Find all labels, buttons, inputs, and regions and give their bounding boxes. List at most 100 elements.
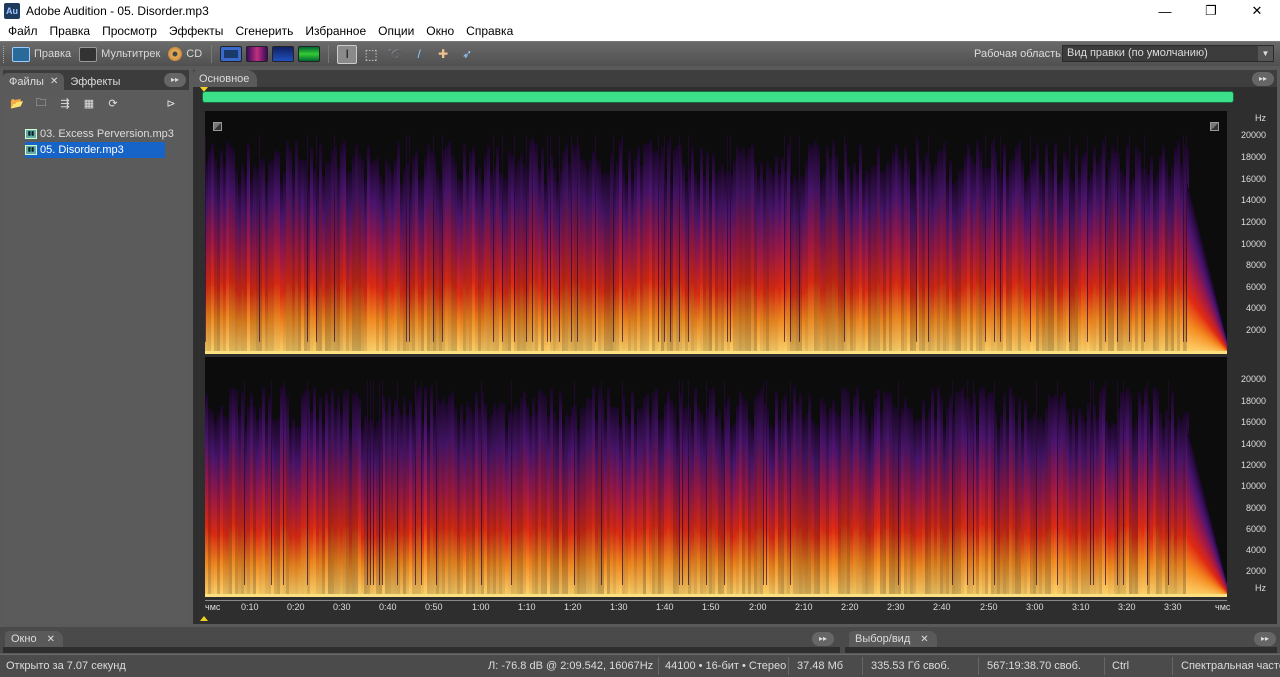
spectral-view-icon[interactable] xyxy=(246,46,269,62)
menu-edit[interactable]: Правка xyxy=(44,22,97,41)
status-separator xyxy=(978,657,979,675)
files-panel-body: 📂 🗀 ⇶ ▦ ⟳ ⊳ ▮▮ 03. Excess Perversion.mp3… xyxy=(3,90,189,624)
frequency-scale-left: Hz 20000 18000 16000 14000 12000 10000 8… xyxy=(1227,111,1273,354)
tab-main[interactable]: Основное xyxy=(193,70,258,87)
spot-healing-tool-icon[interactable]: ✚ xyxy=(433,45,453,64)
window-controls: — ❐ ✕ xyxy=(1142,0,1280,22)
tab-main-label: Основное xyxy=(199,72,250,85)
time-selection-tool-icon[interactable]: I xyxy=(337,44,358,64)
menu-window[interactable]: Окно xyxy=(420,22,460,41)
panel-menu-button[interactable]: ▸▸ xyxy=(164,73,186,87)
end-marker-icon[interactable] xyxy=(200,616,208,621)
time-tick: 0:40 xyxy=(379,602,397,612)
workspace-dropdown[interactable]: Вид правки (по умолчанию) ▼ xyxy=(1062,45,1274,62)
time-tick: 2:10 xyxy=(795,602,813,612)
tab-files[interactable]: Файлы ✕ xyxy=(3,73,65,90)
time-tick: 1:40 xyxy=(656,602,674,612)
hz-tick: 18000 xyxy=(1240,396,1266,406)
close-icon[interactable]: ✕ xyxy=(50,76,58,87)
menu-file[interactable]: Файл xyxy=(2,22,44,41)
main-toolbar: Правка Мультитрек CD I ⬚ ➰ / ✚ ➶ Рабочая… xyxy=(0,41,1280,66)
scrub-tool-icon[interactable]: ➶ xyxy=(457,45,477,64)
frequency-scale-right: 20000 18000 16000 14000 12000 10000 8000… xyxy=(1227,357,1273,597)
time-tick: 2:40 xyxy=(933,602,951,612)
time-tick: 3:00 xyxy=(1026,602,1044,612)
status-separator xyxy=(658,657,659,675)
cd-view-button[interactable]: CD xyxy=(165,44,205,64)
pan-view-icon[interactable] xyxy=(272,46,295,62)
hz-tick: 2000 xyxy=(1245,325,1266,335)
zoom-corner-icon[interactable] xyxy=(1210,122,1219,131)
time-ruler[interactable]: чмс 0:10 0:20 0:30 0:40 0:50 1:00 1:10 1… xyxy=(205,600,1273,614)
tab-effects[interactable]: Эффекты xyxy=(64,73,126,90)
hz-unit-label: Hz xyxy=(1255,583,1266,593)
menu-view[interactable]: Просмотр xyxy=(96,22,163,41)
workspace-value: Вид правки (по умолчанию) xyxy=(1067,47,1208,59)
status-separator xyxy=(788,657,789,675)
menu-generate[interactable]: Сгенерить xyxy=(229,22,299,41)
open-file-icon[interactable]: 📂 xyxy=(9,96,25,110)
edit-view-button[interactable]: Правка xyxy=(9,44,74,64)
close-button[interactable]: ✕ xyxy=(1234,0,1280,22)
brush-tool-icon[interactable]: / xyxy=(409,45,429,64)
tab-selection-view[interactable]: Выбор/вид ✕ xyxy=(849,631,937,647)
hz-tick: 2000 xyxy=(1245,566,1266,576)
hz-tick: 20000 xyxy=(1240,130,1266,140)
status-separator xyxy=(1172,657,1173,675)
auto-play-icon[interactable]: ⊳ xyxy=(163,96,179,110)
time-tick: 3:10 xyxy=(1072,602,1090,612)
time-tick: 2:30 xyxy=(887,602,905,612)
spectrogram-right-graphic xyxy=(205,357,1227,597)
spectrogram-right-channel[interactable] xyxy=(205,357,1227,597)
edit-file-icon[interactable]: ⟳ xyxy=(105,96,121,110)
close-icon[interactable]: ✕ xyxy=(920,634,928,645)
time-tick: 3:20 xyxy=(1118,602,1136,612)
menu-options[interactable]: Опции xyxy=(372,22,420,41)
hz-tick: 16000 xyxy=(1240,417,1266,427)
panel-menu-button[interactable]: ▸▸ xyxy=(1254,632,1276,646)
main-editor-panel: Основное ▸▸ Hz 20000 18000 16000 14000 1… xyxy=(193,70,1277,624)
time-unit-label: чмс xyxy=(1215,602,1231,612)
ruler-baseline xyxy=(205,600,1227,601)
zoom-corner-icon[interactable] xyxy=(213,122,222,131)
hz-tick: 8000 xyxy=(1245,503,1266,513)
selection-panel-body xyxy=(845,647,1277,653)
tab-window[interactable]: Окно ✕ xyxy=(5,631,63,647)
lasso-tool-icon[interactable]: ➰ xyxy=(385,45,405,64)
time-tick: 1:10 xyxy=(518,602,536,612)
file-item[interactable]: ▮▮ 03. Excess Perversion.mp3 xyxy=(25,126,189,142)
close-file-icon[interactable]: 🗀 xyxy=(33,96,49,110)
insert-into-cd-list-icon[interactable]: ▦ xyxy=(81,96,97,110)
time-tick: 1:00 xyxy=(472,602,490,612)
hz-tick: 6000 xyxy=(1245,524,1266,534)
close-icon[interactable]: ✕ xyxy=(47,634,55,645)
maximize-button[interactable]: ❐ xyxy=(1188,0,1234,22)
time-tick: 1:30 xyxy=(610,602,628,612)
hz-tick: 8000 xyxy=(1245,260,1266,270)
spectrogram-left-channel[interactable] xyxy=(205,111,1227,354)
status-audio-format: 44100 • 16-бит • Стерео xyxy=(665,660,787,672)
menu-effects[interactable]: Эффекты xyxy=(163,22,230,41)
marquee-tool-icon[interactable]: ⬚ xyxy=(361,45,381,64)
menu-help[interactable]: Справка xyxy=(460,22,519,41)
file-item-selected[interactable]: ▮▮ 05. Disorder.mp3 xyxy=(25,142,165,158)
toolbar-grip[interactable] xyxy=(3,45,7,63)
time-tick: 2:20 xyxy=(841,602,859,612)
overview-bar[interactable] xyxy=(202,91,1234,103)
audio-file-icon: ▮▮ xyxy=(25,145,37,155)
toolbar-separator xyxy=(328,45,330,63)
chevron-down-icon[interactable]: ▼ xyxy=(1258,46,1273,61)
hz-tick: 20000 xyxy=(1240,374,1266,384)
waveform-view-icon[interactable] xyxy=(220,46,243,62)
adobe-audition-window: Au Adobe Audition - 05. Disorder.mp3 — ❐… xyxy=(0,0,1280,677)
insert-into-multitrack-icon[interactable]: ⇶ xyxy=(57,96,73,110)
multitrack-view-button[interactable]: Мультитрек xyxy=(76,44,163,64)
files-panel: Файлы ✕ Эффекты ▸▸ 📂 🗀 ⇶ ▦ ⟳ ⊳ ▮▮ 03. Ex… xyxy=(3,70,189,624)
hz-tick: 14000 xyxy=(1240,439,1266,449)
hz-tick: 12000 xyxy=(1240,217,1266,227)
panel-menu-button[interactable]: ▸▸ xyxy=(1252,72,1274,86)
phase-view-icon[interactable] xyxy=(298,46,321,62)
panel-menu-button[interactable]: ▸▸ xyxy=(812,632,834,646)
minimize-button[interactable]: — xyxy=(1142,0,1188,22)
menu-favorites[interactable]: Избранное xyxy=(299,22,372,41)
